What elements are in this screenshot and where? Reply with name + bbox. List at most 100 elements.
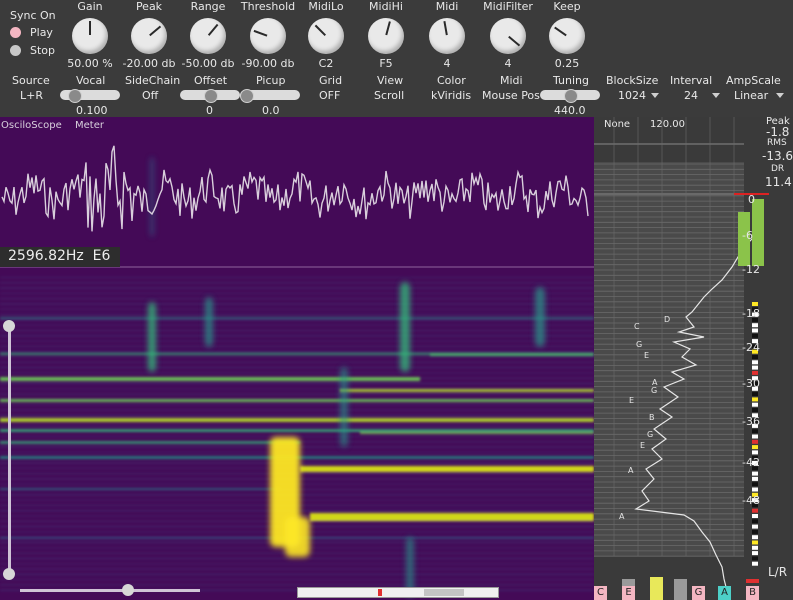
vertical-zoom-track[interactable]: [8, 325, 11, 575]
picup-slider[interactable]: [240, 89, 300, 103]
sidechain-value[interactable]: Off: [142, 89, 158, 102]
peak-value: -1.8: [766, 125, 790, 139]
rms-value: -13.6: [762, 149, 793, 163]
interval-label: Interval: [670, 74, 713, 87]
db-scale-label: -36: [742, 415, 760, 428]
note-cell-c: C: [594, 586, 607, 600]
offset-slider-thumb[interactable]: [204, 89, 218, 103]
pitch-note-label: G: [651, 386, 657, 395]
pitch-note-label: E: [644, 351, 649, 360]
tab-meter[interactable]: Meter: [75, 120, 104, 131]
pitch-note-label: A: [619, 512, 625, 521]
db-scale-label: -6: [742, 229, 753, 242]
picup-slider-thumb[interactable]: [240, 89, 254, 103]
vocal-slider[interactable]: [60, 89, 120, 103]
interval-value: 24: [684, 89, 698, 102]
source-value[interactable]: L+R: [20, 89, 43, 102]
meter-pane: None 120.00 DCGEAGEBGEAA Peak -1.8 RMS -…: [594, 116, 793, 600]
knob-midi[interactable]: [429, 18, 465, 54]
db-scale-label: -42: [742, 456, 760, 469]
vocal-label: Vocal: [76, 74, 106, 87]
scroll-bar-thumb[interactable]: [424, 589, 464, 596]
sync-title: Sync On: [10, 9, 56, 22]
ampscale-select[interactable]: Linear: [730, 89, 784, 102]
horizontal-zoom-track[interactable]: [20, 589, 200, 592]
blocksize-label: BlockSize: [606, 74, 659, 87]
offset-value: 0: [206, 104, 213, 117]
dr-value: 11.4: [765, 175, 792, 189]
db-scale-label: 0: [748, 193, 755, 206]
scroll-bar-marker: [378, 589, 382, 596]
vocal-value: 0.100: [76, 104, 108, 117]
tuning-slider[interactable]: [540, 89, 600, 103]
scroll-bar[interactable]: [297, 587, 499, 598]
db-scale-label: -30: [742, 377, 760, 390]
grid-label: Grid: [319, 74, 343, 87]
view-value[interactable]: Scroll: [374, 89, 404, 102]
color-value[interactable]: kViridis: [431, 89, 471, 102]
blocksize-value: 1024: [618, 89, 646, 102]
pitch-meter-canvas: DCGEAGEBGEAA: [594, 117, 769, 600]
knob-indicator: [149, 25, 162, 37]
picup-value: 0.0: [262, 104, 280, 117]
knob-indicator: [253, 29, 268, 37]
offset-label: Offset: [194, 74, 228, 87]
pitch-note-label: G: [647, 430, 653, 439]
db-scale-label: -18: [742, 307, 760, 320]
offset-slider[interactable]: [180, 89, 240, 103]
channel-label[interactable]: L/R: [768, 565, 787, 579]
chevron-down-icon: [712, 93, 720, 98]
knob-indicator: [508, 35, 521, 47]
knob-indicator: [314, 24, 326, 36]
midi-value[interactable]: Mouse Pos: [482, 89, 540, 102]
interval-select[interactable]: 24: [672, 89, 720, 102]
vertical-zoom-handle-bottom[interactable]: [3, 568, 15, 580]
knob-midifilter[interactable]: [490, 18, 526, 54]
note-cell-g: G: [692, 586, 705, 600]
knob-keep[interactable]: [549, 18, 585, 54]
control-panel: Sync On Play Stop Gain 50.00 % Peak -20.00 …: [0, 0, 793, 117]
knob-gain[interactable]: [72, 18, 108, 54]
rms-label: RMS: [767, 138, 787, 148]
chevron-down-icon: [776, 93, 784, 98]
dr-label: DR: [771, 164, 785, 174]
pitch-note-label: G: [636, 340, 642, 349]
db-scale-label: -12: [742, 263, 760, 276]
color-label: Color: [437, 74, 466, 87]
pitch-note-label: D: [664, 315, 670, 324]
vertical-zoom-handle-top[interactable]: [3, 320, 15, 332]
spectrogram-view[interactable]: OsciloScope Meter 2596.82Hz E6: [0, 117, 594, 600]
pitch-note-label: E: [640, 441, 645, 450]
tuning-value: 440.0: [554, 104, 586, 117]
tuning-label: Tuning: [553, 74, 590, 87]
knob-value-keep: 0.25: [554, 57, 580, 70]
frequency-readout-text: 2596.82Hz E6: [8, 248, 111, 264]
blocksize-select[interactable]: 1024: [607, 89, 659, 102]
pitch-note-label: E: [629, 396, 634, 405]
note-cell-b: B: [746, 586, 759, 600]
ampscale-value: Linear: [734, 89, 769, 102]
note-cell-e: E: [622, 586, 635, 600]
knob-midihi[interactable]: [368, 18, 404, 54]
knob-label-keep: Keep: [553, 0, 581, 13]
vocal-slider-thumb[interactable]: [68, 89, 82, 103]
tuning-slider-thumb[interactable]: [564, 89, 578, 103]
tab-oscilloscope[interactable]: OsciloScope: [1, 120, 62, 131]
horizontal-zoom-handle[interactable]: [122, 584, 134, 596]
knob-threshold[interactable]: [250, 18, 286, 54]
pitch-note-label: C: [634, 322, 640, 331]
knob-peak[interactable]: [131, 18, 167, 54]
sidechain-label: SideChain: [125, 74, 181, 87]
grid-value[interactable]: OFF: [319, 89, 340, 102]
spectrogram-canvas: [0, 145, 594, 597]
knob-range[interactable]: [190, 18, 226, 54]
source-label: Source: [12, 74, 50, 87]
db-scale-label: -24: [742, 341, 760, 354]
knob-midilo[interactable]: [308, 18, 344, 54]
note-cell-a: A: [718, 586, 731, 600]
play-radio[interactable]: [10, 27, 21, 38]
knob-indicator: [443, 21, 448, 36]
stop-radio[interactable]: [10, 45, 21, 56]
picup-label: Picup: [256, 74, 286, 87]
ampscale-label: AmpScale: [726, 74, 781, 87]
